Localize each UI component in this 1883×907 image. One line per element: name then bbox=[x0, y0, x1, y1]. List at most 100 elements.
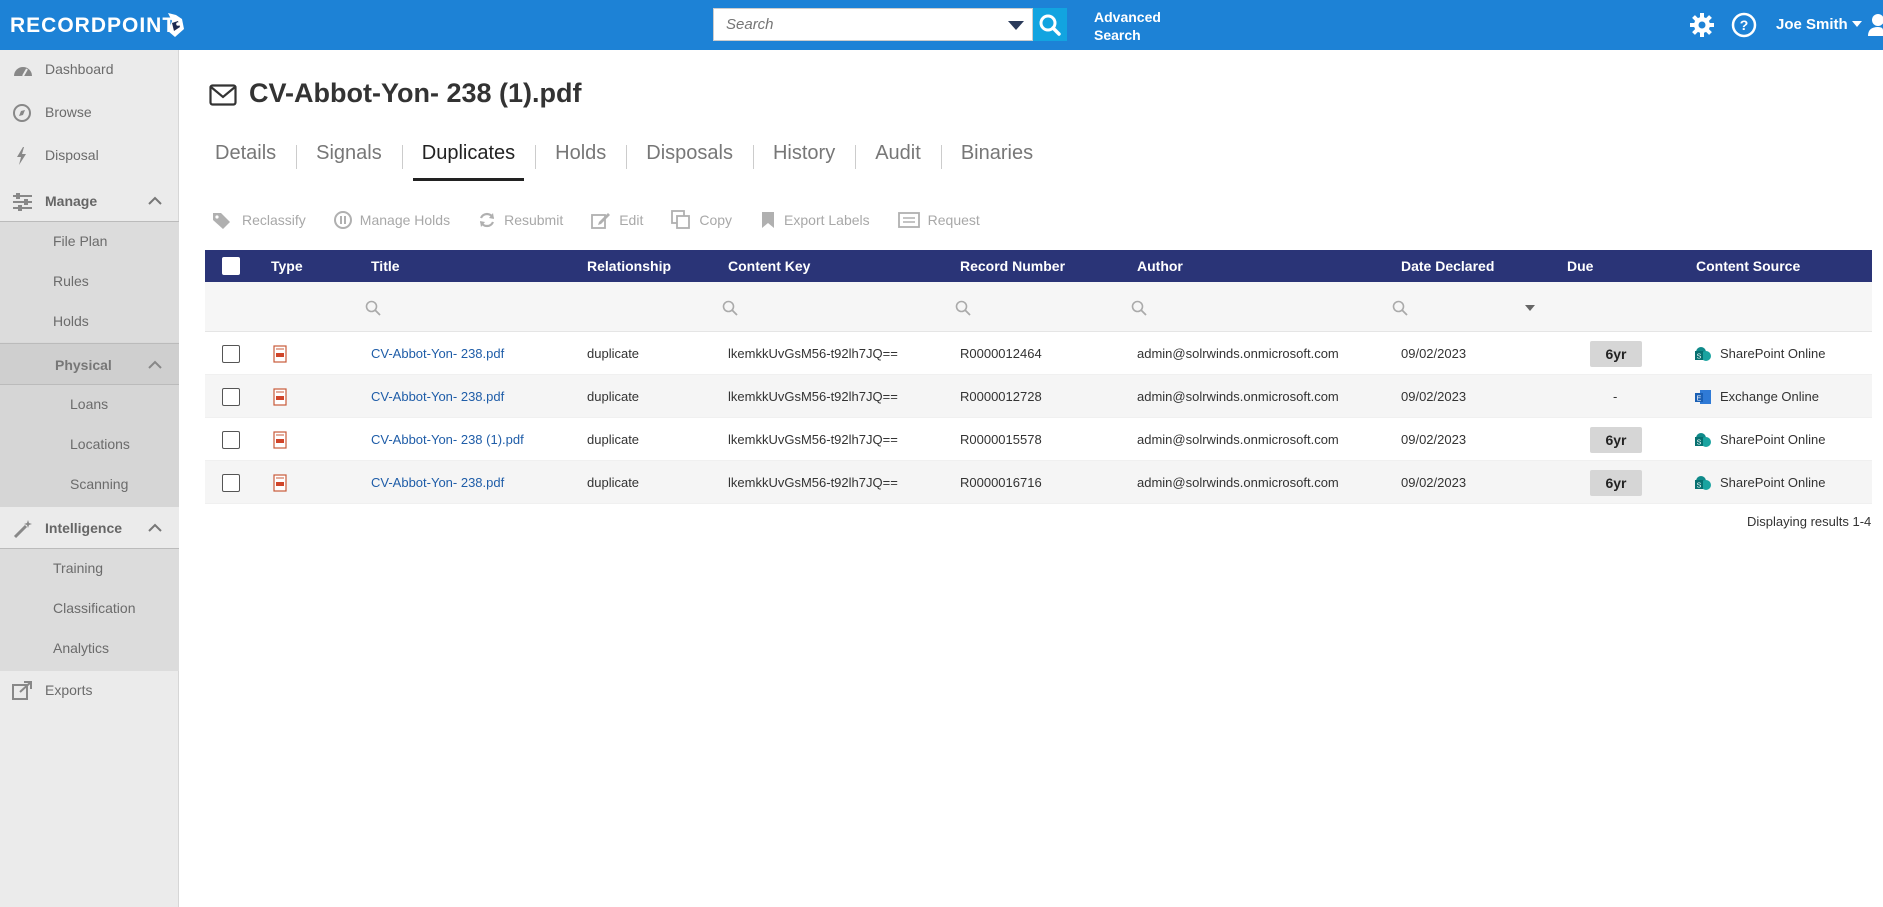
tab-signals[interactable]: Signals bbox=[306, 137, 403, 179]
row-author: admin@solrwinds.onmicrosoft.com bbox=[1137, 389, 1339, 404]
logo-mark-icon bbox=[168, 13, 184, 37]
tab-duplicates[interactable]: Duplicates bbox=[412, 137, 537, 181]
chevron-up-icon bbox=[148, 360, 162, 369]
sidebar-item-rules[interactable]: Rules bbox=[0, 262, 179, 302]
sidebar-item-label: Disposal bbox=[45, 147, 99, 163]
row-record-number: R0000012728 bbox=[960, 389, 1042, 404]
action-label: Manage Holds bbox=[359, 212, 451, 228]
sidebar-item-exports[interactable]: Exports bbox=[0, 671, 179, 711]
manage-holds-button[interactable]: Manage Holds bbox=[333, 210, 451, 230]
sidebar-item-label: File Plan bbox=[53, 233, 108, 249]
sidebar-section-physical[interactable]: Physical bbox=[0, 343, 179, 385]
lightning-icon bbox=[17, 147, 26, 165]
edit-button[interactable]: Edit bbox=[591, 210, 643, 230]
row-title-link[interactable]: CV-Abbot-Yon- 238.pdf bbox=[371, 346, 504, 361]
sharepoint-icon: S bbox=[1695, 347, 1711, 361]
row-checkbox[interactable] bbox=[222, 474, 240, 492]
action-label: Copy bbox=[699, 212, 733, 228]
advanced-search-link[interactable]: Advanced Search bbox=[1094, 8, 1161, 44]
sidebar-item-dashboard[interactable]: Dashboard bbox=[0, 50, 179, 90]
tab-holds[interactable]: Holds bbox=[545, 137, 628, 179]
sidebar-item-browse[interactable]: Browse bbox=[0, 93, 179, 133]
sharepoint-icon: S bbox=[1695, 433, 1711, 447]
copy-button[interactable]: Copy bbox=[671, 210, 732, 230]
request-button[interactable]: Request bbox=[897, 210, 980, 230]
sidebar-item-file-plan[interactable]: File Plan bbox=[0, 222, 179, 262]
row-checkbox[interactable] bbox=[222, 345, 240, 363]
sidebar-item-label: Locations bbox=[70, 436, 130, 452]
row-record-number: R0000015578 bbox=[960, 432, 1042, 447]
search-button[interactable] bbox=[1033, 8, 1067, 41]
sidebar-item-label: Holds bbox=[53, 313, 89, 329]
sidebar-item-scanning[interactable]: Scanning bbox=[0, 465, 179, 507]
column-header-content-source[interactable]: Content Source bbox=[1696, 258, 1800, 274]
search-input[interactable] bbox=[714, 9, 984, 40]
tab-label: History bbox=[772, 142, 836, 164]
export-labels-button[interactable]: Export Labels bbox=[760, 210, 870, 230]
row-content-source: SharePoint Online bbox=[1720, 432, 1826, 447]
sidebar-item-loans[interactable]: Loans bbox=[0, 385, 179, 425]
tab-audit[interactable]: Audit bbox=[865, 137, 942, 179]
tab-label: Binaries bbox=[960, 142, 1034, 164]
row-date-declared: 09/02/2023 bbox=[1401, 432, 1467, 447]
help-icon[interactable]: ? bbox=[1731, 12, 1757, 38]
table-row[interactable]: CV-Abbot-Yon- 238.pdf duplicate lkemkkUv… bbox=[205, 332, 1872, 375]
sidebar-item-analytics[interactable]: Analytics bbox=[0, 629, 179, 671]
svg-text:E: E bbox=[1697, 396, 1702, 403]
tab-binaries[interactable]: Binaries bbox=[951, 137, 1043, 179]
row-content-key: lkemkkUvGsM56-t92lh7JQ== bbox=[728, 475, 898, 490]
column-header-author[interactable]: Author bbox=[1137, 258, 1183, 274]
sidebar-item-locations[interactable]: Locations bbox=[0, 425, 179, 465]
sidebar-section-manage[interactable]: Manage bbox=[0, 180, 179, 222]
tab-disposals[interactable]: Disposals bbox=[636, 137, 754, 179]
column-header-content-key[interactable]: Content Key bbox=[728, 258, 810, 274]
row-content-source: Exchange Online bbox=[1720, 389, 1820, 404]
content-key-filter-search-icon[interactable] bbox=[722, 300, 738, 316]
user-avatar-icon[interactable] bbox=[1866, 12, 1883, 38]
tab-details[interactable]: Details bbox=[205, 137, 298, 179]
search-dropdown-icon[interactable] bbox=[1008, 21, 1024, 30]
record-number-filter-search-icon[interactable] bbox=[955, 300, 971, 316]
tab-bar: Details Signals Duplicates Holds Disposa… bbox=[205, 137, 1063, 181]
resubmit-button[interactable]: Resubmit bbox=[478, 210, 563, 230]
table-row[interactable]: CV-Abbot-Yon- 238.pdf duplicate lkemkkUv… bbox=[205, 375, 1872, 418]
table-row[interactable]: CV-Abbot-Yon- 238 (1).pdf duplicate lkem… bbox=[205, 418, 1872, 461]
user-menu-caret-icon[interactable] bbox=[1852, 21, 1862, 27]
column-header-type[interactable]: Type bbox=[271, 258, 303, 274]
sidebar-item-classification[interactable]: Classification bbox=[0, 589, 179, 629]
chevron-up-icon bbox=[148, 196, 162, 205]
gear-icon[interactable] bbox=[1689, 12, 1715, 38]
row-title-link[interactable]: CV-Abbot-Yon- 238.pdf bbox=[371, 389, 504, 404]
reclassify-button[interactable]: Reclassify bbox=[212, 210, 306, 230]
column-header-date-declared[interactable]: Date Declared bbox=[1401, 258, 1494, 274]
tab-history[interactable]: History bbox=[763, 137, 857, 179]
row-checkbox[interactable] bbox=[222, 388, 240, 406]
table-row[interactable]: CV-Abbot-Yon- 238.pdf duplicate lkemkkUv… bbox=[205, 461, 1872, 504]
bookmark-icon bbox=[762, 212, 775, 228]
row-date-declared: 09/02/2023 bbox=[1401, 389, 1467, 404]
column-header-due[interactable]: Due bbox=[1567, 258, 1593, 274]
row-title-link[interactable]: CV-Abbot-Yon- 238 (1).pdf bbox=[371, 432, 524, 447]
envelope-icon bbox=[209, 84, 237, 106]
title-filter-search-icon[interactable] bbox=[365, 300, 381, 316]
user-name[interactable]: Joe Smith bbox=[1776, 16, 1848, 33]
row-checkbox[interactable] bbox=[222, 431, 240, 449]
sidebar-item-label: Browse bbox=[45, 104, 92, 120]
row-title-link[interactable]: CV-Abbot-Yon- 238.pdf bbox=[371, 475, 504, 490]
select-all-checkbox[interactable] bbox=[222, 257, 240, 275]
date-filter-dropdown-icon[interactable] bbox=[1524, 304, 1536, 312]
sidebar-item-holds[interactable]: Holds bbox=[0, 302, 179, 342]
column-header-title[interactable]: Title bbox=[371, 258, 400, 274]
logo[interactable]: RECORDPOINT bbox=[10, 14, 176, 38]
author-filter-search-icon[interactable] bbox=[1131, 300, 1147, 316]
column-header-relationship[interactable]: Relationship bbox=[587, 258, 671, 274]
row-record-number: R0000012464 bbox=[960, 346, 1042, 361]
date-filter-search-icon[interactable] bbox=[1392, 300, 1408, 316]
sidebar-item-label: Scanning bbox=[70, 476, 129, 492]
copy-icon bbox=[671, 210, 691, 229]
column-header-record-number[interactable]: Record Number bbox=[960, 258, 1065, 274]
sidebar-section-intelligence[interactable]: Intelligence bbox=[0, 507, 179, 549]
sidebar-item-disposal[interactable]: Disposal bbox=[0, 136, 179, 176]
svg-text:S: S bbox=[1697, 483, 1702, 490]
sidebar-item-training[interactable]: Training bbox=[0, 549, 179, 589]
